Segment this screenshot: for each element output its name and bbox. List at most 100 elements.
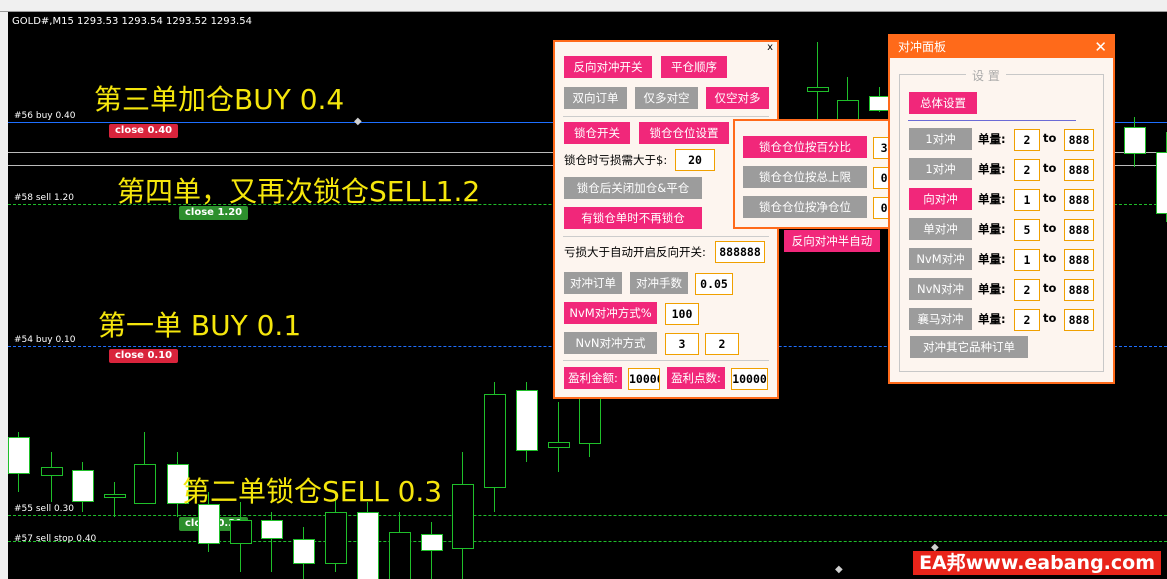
candle-body	[325, 512, 347, 564]
annotation-fourth-order: 第四单，又再次锁仓SELL1.2	[117, 175, 481, 208]
hedge-type-button[interactable]: 向对冲	[909, 188, 972, 210]
lot-to-input[interactable]: 888	[1064, 129, 1094, 151]
only-short-hedge-button[interactable]: 仅空对多	[706, 87, 769, 109]
reverse-hedge-semi-auto-button[interactable]: 反向对冲半自动	[784, 230, 880, 252]
lot-to-input[interactable]: 888	[1064, 309, 1094, 331]
profit-amount-button[interactable]: 盈利金额:	[564, 367, 622, 389]
bidirectional-order-button[interactable]: 双向订单	[564, 87, 627, 109]
candle-body	[421, 534, 443, 551]
lock-loss-input[interactable]: 20	[675, 149, 715, 171]
candle-body	[516, 390, 538, 451]
nvm-percent-input[interactable]: 100	[665, 303, 699, 325]
candle-body	[293, 539, 315, 564]
candle-body	[8, 437, 30, 474]
hedge-other-symbols-button[interactable]: 对冲其它品种订单	[910, 336, 1028, 358]
candle-body	[198, 504, 220, 544]
lot-to-input[interactable]: 888	[1064, 159, 1094, 181]
hedge-panel-title: 对冲面板	[898, 40, 947, 54]
reverse-hedge-switch-button[interactable]: 反向对冲开关	[564, 56, 652, 78]
lot-from-input[interactable]: 2	[1014, 129, 1040, 151]
level-label: #56 buy 0.40	[14, 111, 76, 121]
close-order-button[interactable]: close 0.40	[109, 124, 179, 138]
auto-reverse-loss-label: 亏损大于自动开启反向开关:	[564, 245, 706, 259]
lot-from-input[interactable]: 5	[1014, 219, 1040, 241]
lot-label: 单量:	[978, 132, 1006, 146]
hedge-type-button[interactable]: NvM对冲	[909, 248, 972, 270]
candle-body	[104, 494, 126, 498]
to-label: to	[1043, 161, 1057, 175]
candle-wick	[558, 402, 559, 472]
level-label: #58 sell 1.20	[14, 193, 74, 203]
annotation-second-order: 第二单锁仓SELL 0.3	[182, 475, 443, 508]
lot-from-input[interactable]: 1	[1014, 249, 1040, 271]
candle-body	[389, 532, 411, 579]
hedge-order-button[interactable]: 对冲订单	[564, 272, 622, 294]
close-icon[interactable]: ✕	[1094, 36, 1107, 58]
lot-to-input[interactable]: 888	[1064, 189, 1094, 211]
after-lock-close-button[interactable]: 锁仓后关闭加仓&平仓	[564, 177, 702, 199]
hedge-panel-header[interactable]: 对冲面板 ✕	[890, 36, 1113, 58]
lot-label: 单量:	[978, 312, 1006, 326]
profit-amount-input[interactable]: 10000	[628, 368, 660, 390]
nvn-hedge-button[interactable]: NvN对冲方式	[564, 332, 657, 354]
lot-from-input[interactable]: 2	[1014, 309, 1040, 331]
lock-by-total-cap-button[interactable]: 锁仓仓位按总上限	[743, 166, 867, 188]
candle-wick	[51, 452, 52, 502]
lot-to-input[interactable]: 888	[1064, 219, 1094, 241]
hedge-type-button[interactable]: 1对冲	[909, 128, 972, 150]
level-line-sell-stop-57[interactable]	[8, 541, 1167, 542]
close-order-button[interactable]: close 0.10	[109, 349, 179, 363]
to-label: to	[1043, 221, 1057, 235]
hedge-type-button[interactable]: 单对冲	[909, 218, 972, 240]
candle-body	[134, 464, 156, 504]
candle-body	[484, 394, 506, 488]
settings-legend: 设 置	[966, 67, 1006, 84]
lock-switch-button[interactable]: 锁仓开关	[564, 122, 630, 144]
to-label: to	[1043, 311, 1057, 325]
arrow-marker-icon: ◆	[835, 564, 843, 575]
hedge-type-button[interactable]: 1对冲	[909, 158, 972, 180]
level-label: #57 sell stop 0.40	[14, 534, 97, 544]
lot-from-input[interactable]: 2	[1014, 159, 1040, 181]
hedge-lots-button[interactable]: 对冲手数	[630, 272, 688, 294]
candle-wick	[114, 482, 115, 517]
to-label: to	[1043, 251, 1057, 265]
hedge-type-button[interactable]: NvN对冲	[909, 278, 972, 300]
overall-settings-button[interactable]: 总体设置	[909, 92, 977, 114]
annotation-third-order: 第三单加仓BUY 0.4	[94, 83, 345, 116]
candle-body	[230, 520, 252, 544]
candle-body	[357, 512, 379, 579]
nvn-first-input[interactable]: 3	[665, 333, 699, 355]
to-label: to	[1043, 131, 1057, 145]
lock-by-percent-button[interactable]: 锁仓仓位按百分比	[743, 136, 867, 158]
close-icon[interactable]: x	[767, 42, 773, 53]
nvn-second-input[interactable]: 2	[705, 333, 739, 355]
only-long-hedge-button[interactable]: 仅多对空	[635, 87, 698, 109]
close-order-sequence-button[interactable]: 平仓顺序	[661, 56, 727, 78]
lot-label: 单量:	[978, 282, 1006, 296]
candle-body	[261, 520, 283, 539]
lot-from-input[interactable]: 1	[1014, 189, 1040, 211]
lock-position-settings-button[interactable]: 锁仓仓位设置	[639, 122, 729, 144]
level-label: #54 buy 0.10	[14, 335, 76, 345]
profit-points-button[interactable]: 盈利点数:	[667, 367, 725, 389]
annotation-first-order: 第一单 BUY 0.1	[98, 309, 302, 342]
candle-body	[1156, 152, 1167, 214]
lot-to-input[interactable]: 888	[1064, 279, 1094, 301]
divider	[563, 116, 769, 117]
candle-body	[548, 442, 570, 448]
profit-points-input[interactable]: 10000	[731, 368, 768, 390]
lot-label: 单量:	[978, 222, 1006, 236]
no-more-lock-button[interactable]: 有锁仓单时不再锁仓	[564, 207, 702, 229]
nvm-hedge-percent-button[interactable]: NvM对冲方式%	[564, 302, 657, 324]
window-top-strip	[0, 0, 1167, 12]
lot-label: 单量:	[978, 192, 1006, 206]
auto-reverse-loss-input[interactable]: 888888	[715, 241, 765, 263]
lock-by-net-button[interactable]: 锁仓仓位按净仓位	[743, 196, 867, 218]
lot-from-input[interactable]: 2	[1014, 279, 1040, 301]
hedge-lots-input[interactable]: 0.05	[695, 273, 733, 295]
level-line-sell-55[interactable]	[8, 515, 1167, 516]
lot-to-input[interactable]: 888	[1064, 249, 1094, 271]
hedge-type-button[interactable]: 襄马对冲	[909, 308, 972, 330]
lot-label: 单量:	[978, 162, 1006, 176]
